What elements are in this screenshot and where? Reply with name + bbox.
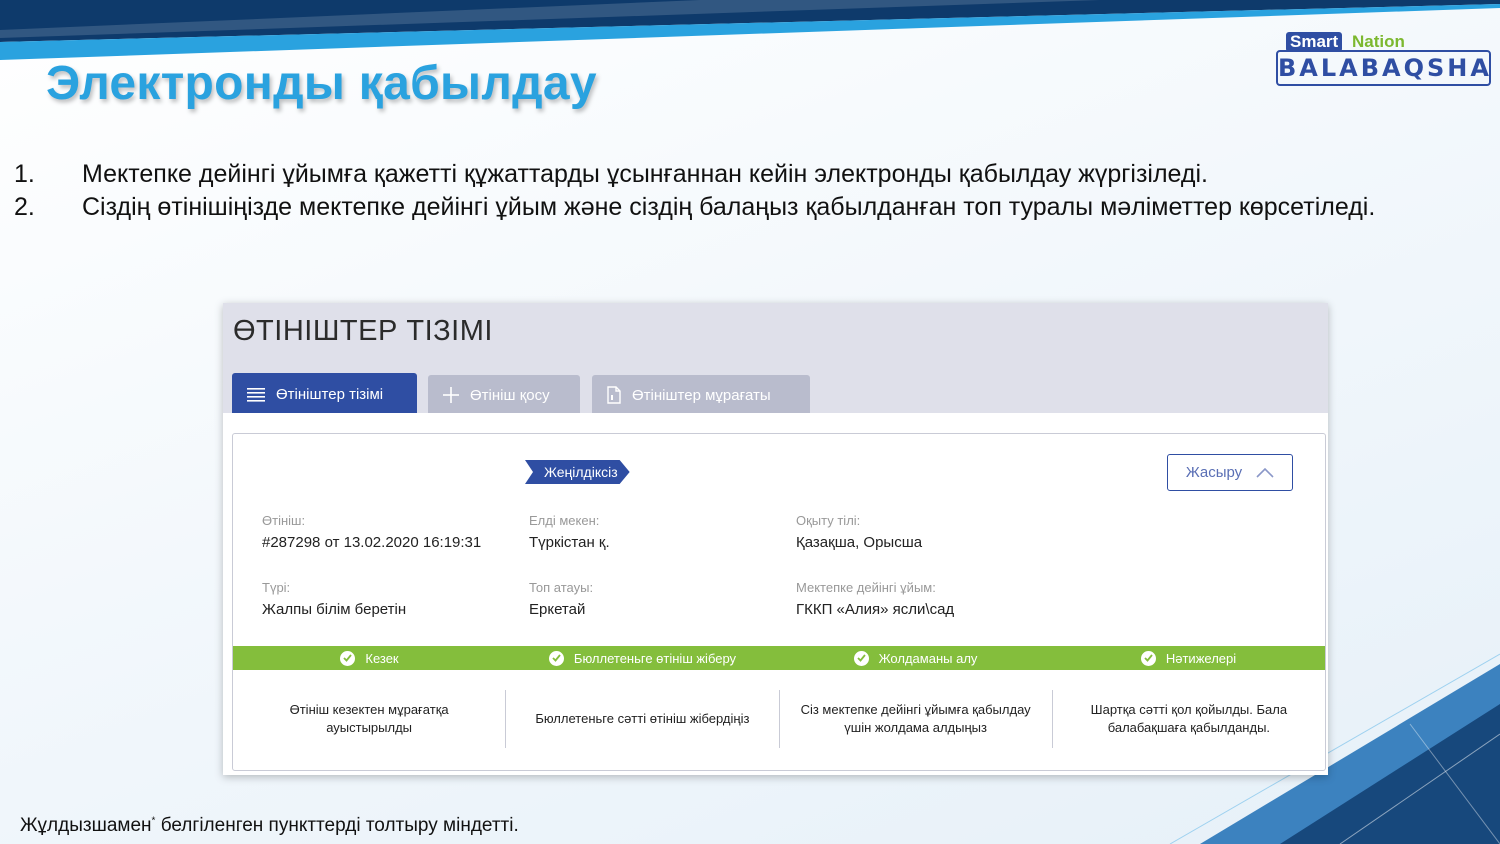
plus-icon xyxy=(443,387,459,403)
footnote-main: Жұлдызшамен xyxy=(20,815,152,836)
field-value: Жалпы білім беретін xyxy=(262,601,407,618)
instruction-item: 2. Сіздің өтінішіңізде мектепке дейінгі … xyxy=(14,191,1454,224)
field-locality: Елді мекен: Түркістан қ. xyxy=(529,513,610,551)
instruction-text: Мектепке дейінгі ұйымға қажетті құжаттар… xyxy=(82,160,1209,188)
slide-title: Электронды қабылдау xyxy=(46,57,597,110)
instruction-number: 1. xyxy=(14,160,35,188)
field-label: Өтініш: xyxy=(262,513,306,528)
tab-label: Өтініштер мұрағаты xyxy=(632,386,771,404)
status-badge: Жеңілдіксіз xyxy=(525,460,630,484)
stage-results: Нәтижелері xyxy=(1052,646,1325,670)
tab-label: Өтініш қосу xyxy=(470,386,550,404)
logo-brand: BALABAQSHA xyxy=(1276,50,1491,86)
stage-description: Бюллетеньге сәтті өтініш жібердіңіз xyxy=(506,690,780,748)
stage-description: Өтініш кезектен мұрағатқа ауыстырылды xyxy=(233,690,507,748)
footnote: Жұлдызшамен* белгіленген пункттерді толт… xyxy=(20,815,519,837)
field-label: Мектепке дейінгі ұйым: xyxy=(796,580,936,595)
panel-title: ӨТІНІШТЕР ТІЗІМІ xyxy=(233,315,493,347)
field-label: Оқыту тілі: xyxy=(796,513,861,528)
application-card: Жеңілдіксіз Жасыру Өтініш: #287298 от 13… xyxy=(232,433,1326,771)
instruction-item: 1. Мектепке дейінгі ұйымға қажетті құжат… xyxy=(14,158,1454,191)
tab-applications-list[interactable]: Өтініштер тізімі xyxy=(232,373,417,415)
stage-label: Кезек xyxy=(365,650,399,666)
progress-stages: Кезек Бюллетеньге өтініш жіберу Жолдаман… xyxy=(233,646,1325,670)
field-language: Оқыту тілі: Қазақша, Орысша xyxy=(796,513,922,551)
smartnation-logo: Smart Nation BALABAQSHA xyxy=(1276,30,1491,86)
check-circle-icon xyxy=(1140,650,1156,666)
header-decoration xyxy=(0,0,1500,60)
stage-referral: Жолдаманы алу xyxy=(779,646,1052,670)
field-label: Елді мекен: xyxy=(529,513,600,528)
applications-panel: ӨТІНІШТЕР ТІЗІМІ Өтініштер тізімі Өтініш… xyxy=(223,303,1328,775)
stage-queue: Кезек xyxy=(233,646,506,670)
field-value: ГККП «Алия» ясли\сад xyxy=(796,601,955,618)
stage-descriptions: Өтініш кезектен мұрағатқа ауыстырылды Бю… xyxy=(233,690,1325,748)
instruction-number: 2. xyxy=(14,193,35,221)
logo-smart: Smart xyxy=(1286,32,1343,52)
stage-bulletin: Бюллетеньге өтініш жіберу xyxy=(506,646,779,670)
stage-description: Шартқа сәтті қол қойылды. Бала балабақша… xyxy=(1090,702,1288,735)
field-value: #287298 от 13.02.2020 16:19:31 xyxy=(262,534,482,551)
field-type: Түрі: Жалпы білім беретін xyxy=(262,580,406,618)
field-value: Қазақша, Орысша xyxy=(796,534,923,551)
field-organization: Мектепке дейінгі ұйым: ГККП «Алия» ясли\… xyxy=(796,580,954,618)
logo-nation: Nation xyxy=(1352,32,1405,51)
instruction-list: 1. Мектепке дейінгі ұйымға қажетті құжат… xyxy=(14,158,1454,224)
stage-label: Бюллетеньге өтініш жіберу xyxy=(573,650,737,666)
field-value: Түркістан қ. xyxy=(529,534,610,551)
field-application: Өтініш: #287298 от 13.02.2020 16:19:31 xyxy=(262,513,481,551)
stage-label: Жолдаманы алу xyxy=(878,650,978,666)
instruction-text: Сіздің өтінішіңізде мектепке дейінгі ұйы… xyxy=(82,193,1376,221)
hide-button[interactable]: Жасыру xyxy=(1167,454,1293,491)
field-value: Еркетай xyxy=(529,601,586,618)
check-circle-icon xyxy=(548,650,564,666)
hide-button-label: Жасыру xyxy=(1185,464,1243,481)
stage-description: Сіз мектепке дейінгі ұйымға қабылдау үші… xyxy=(780,690,1053,748)
chevron-up-icon xyxy=(1256,467,1274,478)
field-label: Топ атауы: xyxy=(529,580,594,595)
check-circle-icon xyxy=(340,650,356,666)
field-group: Топ атауы: Еркетай xyxy=(529,580,593,618)
field-label: Түрі: xyxy=(262,580,291,595)
check-circle-icon xyxy=(853,650,869,666)
tab-label: Өтініштер тізімі xyxy=(276,385,384,403)
tab-add-application[interactable]: Өтініш қосу xyxy=(428,375,580,415)
tab-applications-archive[interactable]: Өтініштер мұрағаты xyxy=(592,375,810,415)
footnote-rest: белгіленген пункттерді толтыру міндетті. xyxy=(155,815,519,836)
document-icon xyxy=(607,386,621,404)
stage-label: Нәтижелері xyxy=(1165,650,1237,666)
list-icon xyxy=(247,388,265,402)
